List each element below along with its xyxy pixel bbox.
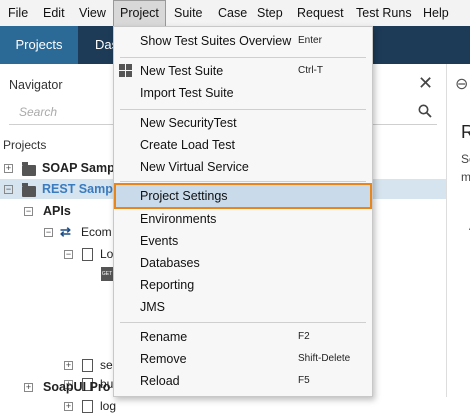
menu-item-shortcut: Shift-Delete bbox=[298, 353, 351, 364]
search-icon[interactable] bbox=[418, 104, 432, 118]
menu-item-label: Events bbox=[140, 234, 179, 248]
tree-label: Ecom bbox=[81, 225, 112, 239]
menu-view[interactable]: View bbox=[79, 0, 106, 26]
resource-icon bbox=[82, 359, 93, 372]
resource-icon bbox=[82, 400, 93, 413]
menu-item-shortcut: Enter bbox=[298, 35, 322, 46]
menu-item-new-virtual-service[interactable]: New Virtual Service bbox=[114, 156, 372, 178]
menu-item-new-security-test[interactable]: New SecurityTest bbox=[114, 112, 372, 134]
menu-item-show-test-suites-overview[interactable]: Show Test Suites Overview Enter bbox=[114, 30, 372, 52]
expand-icon[interactable]: + bbox=[24, 383, 33, 392]
tree-item-resource-log[interactable]: + log bbox=[0, 396, 446, 416]
tree-label: SoapUI Pro bbox=[43, 380, 111, 394]
collapse-icon[interactable]: − bbox=[4, 185, 13, 194]
editor-subtitle-2: m bbox=[461, 170, 470, 184]
menu-separator bbox=[120, 57, 366, 58]
menu-item-reporting[interactable]: Reporting bbox=[114, 274, 372, 296]
menu-item-label: Create Load Test bbox=[140, 138, 235, 152]
menu-item-label: New SecurityTest bbox=[140, 116, 237, 130]
collapse-icon[interactable]: − bbox=[24, 207, 33, 216]
menu-item-label: Project Settings bbox=[140, 189, 228, 203]
editor-title: R bbox=[461, 122, 470, 142]
menu-step[interactable]: Step bbox=[257, 0, 283, 26]
expand-icon[interactable]: + bbox=[4, 164, 13, 173]
grid-icon bbox=[119, 64, 132, 77]
menu-item-jms[interactable]: JMS bbox=[114, 296, 372, 318]
menu-item-shortcut: Ctrl-T bbox=[298, 65, 323, 76]
close-icon[interactable]: ✕ bbox=[418, 73, 433, 94]
menu-item-label: Reporting bbox=[140, 278, 195, 292]
rest-api-icon: ⇄ bbox=[60, 224, 71, 239]
tree-label: SOAP Samp bbox=[42, 161, 115, 175]
menu-item-label: Reload bbox=[140, 374, 180, 388]
menu-item-databases[interactable]: Databases bbox=[114, 252, 372, 274]
menu-suite[interactable]: Suite bbox=[174, 0, 203, 26]
search-placeholder: Search bbox=[19, 105, 58, 119]
menu-item-environments[interactable]: Environments bbox=[114, 208, 372, 230]
collapse-icon[interactable]: − bbox=[44, 228, 53, 237]
folder-icon bbox=[22, 162, 36, 176]
menu-item-events[interactable]: Events bbox=[114, 230, 372, 252]
editor-pane: ⊖ R Se m A bbox=[446, 64, 470, 397]
menu-item-label: Rename bbox=[140, 330, 188, 344]
menu-item-label: Environments bbox=[140, 212, 217, 226]
editor-subtitle: Se bbox=[461, 152, 470, 166]
menu-request[interactable]: Request bbox=[297, 0, 344, 26]
menu-item-remove[interactable]: Remove Shift-Delete bbox=[114, 348, 372, 370]
menu-separator bbox=[120, 322, 366, 323]
tree-label: APIs bbox=[43, 204, 71, 218]
menu-item-reload[interactable]: Reload F5 bbox=[114, 370, 372, 392]
navigator-title: Navigator bbox=[9, 78, 63, 92]
menu-item-label: New Virtual Service bbox=[140, 160, 249, 174]
projects-label: Projects bbox=[3, 138, 47, 152]
resource-icon bbox=[82, 248, 93, 261]
menu-item-label: Remove bbox=[140, 352, 187, 366]
menu-item-shortcut: F5 bbox=[298, 375, 310, 386]
menu-item-rename[interactable]: Rename F2 bbox=[114, 326, 372, 348]
tree-label: Lo bbox=[100, 247, 114, 261]
expand-icon[interactable]: + bbox=[64, 402, 73, 411]
menu-help[interactable]: Help bbox=[423, 0, 449, 26]
menu-bar: File Edit View Project Suite Case Step R… bbox=[0, 0, 470, 27]
menu-item-label: JMS bbox=[140, 300, 165, 314]
tree-label: se bbox=[100, 358, 113, 372]
menu-item-label: New Test Suite bbox=[140, 64, 224, 78]
menu-file[interactable]: File bbox=[8, 0, 28, 26]
menu-test-runs[interactable]: Test Runs bbox=[356, 0, 412, 26]
menu-separator bbox=[120, 181, 366, 182]
menu-item-label: Show Test Suites Overview bbox=[140, 34, 292, 48]
tree-label: log bbox=[100, 399, 117, 413]
menu-project[interactable]: Project bbox=[113, 0, 166, 27]
folder-icon bbox=[22, 183, 36, 197]
menu-item-import-test-suite[interactable]: Import Test Suite bbox=[114, 82, 372, 104]
tree-label: REST Samp bbox=[42, 182, 113, 196]
get-method-icon: GET bbox=[101, 267, 113, 281]
menu-separator bbox=[120, 109, 366, 110]
menu-edit[interactable]: Edit bbox=[43, 0, 65, 26]
menu-item-create-load-test[interactable]: Create Load Test bbox=[114, 134, 372, 156]
menu-item-label: Databases bbox=[140, 256, 200, 270]
menu-item-new-test-suite[interactable]: New Test Suite Ctrl-T bbox=[114, 60, 372, 82]
back-arrow-icon[interactable]: ⊖ bbox=[455, 74, 468, 94]
project-menu-dropdown: Show Test Suites Overview Enter New Test… bbox=[113, 26, 373, 397]
menu-item-label: Import Test Suite bbox=[140, 86, 234, 100]
menu-case[interactable]: Case bbox=[218, 0, 247, 26]
tab-projects[interactable]: Projects bbox=[0, 26, 78, 64]
menu-item-shortcut: F2 bbox=[298, 331, 310, 342]
collapse-icon[interactable]: − bbox=[64, 250, 73, 259]
expand-icon[interactable]: + bbox=[64, 361, 73, 370]
menu-item-project-settings[interactable]: Project Settings bbox=[114, 183, 372, 209]
